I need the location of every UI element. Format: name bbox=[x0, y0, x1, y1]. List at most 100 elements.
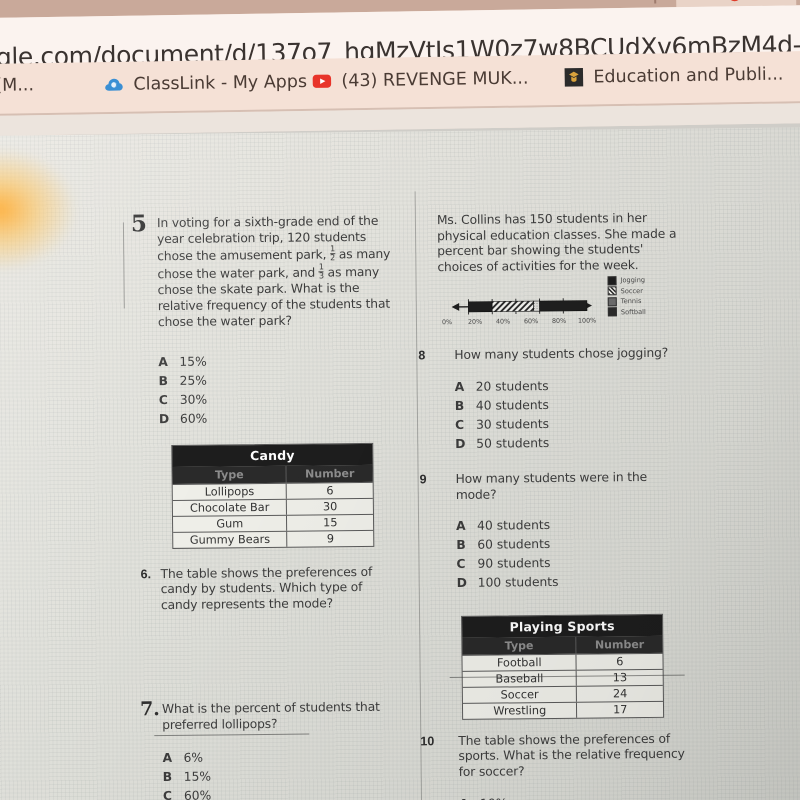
table-row: Chocolate Bar 30 bbox=[172, 497, 373, 516]
choice-letter: C bbox=[158, 392, 168, 407]
lens-glare bbox=[0, 148, 76, 271]
choice-letter: B bbox=[454, 398, 465, 413]
choice-b[interactable]: B 40 students bbox=[455, 394, 689, 415]
cell-number: 15 bbox=[323, 515, 338, 530]
question-9-number: 9 bbox=[419, 472, 427, 487]
choice-letter: D bbox=[455, 436, 466, 451]
choice-a[interactable]: A 15% bbox=[158, 350, 398, 372]
cell-type: Lollipops bbox=[172, 483, 288, 500]
bookmark-item-0[interactable]: w (M... bbox=[0, 75, 34, 96]
choice-letter: D bbox=[158, 411, 170, 426]
tab-divider bbox=[653, 0, 657, 4]
choice-a[interactable]: A 40 students bbox=[456, 515, 690, 536]
question-9-text: How many students were in the mode? bbox=[455, 469, 648, 502]
choice-letter: A bbox=[454, 379, 465, 394]
cell-number: 9 bbox=[326, 531, 335, 546]
choice-text: 90 students bbox=[477, 556, 551, 572]
column-divider bbox=[414, 191, 423, 800]
question-5-text: In voting for a sixth-grade end of the y… bbox=[157, 214, 398, 331]
choice-c[interactable]: C 60% bbox=[163, 785, 403, 800]
bookmark-item-youtube[interactable]: (43) REVENGE MUK... bbox=[311, 67, 529, 91]
bookmark-item-education[interactable]: Education and Publi... bbox=[563, 63, 784, 87]
choice-text: 6% bbox=[183, 751, 204, 766]
question-6-text: The table shows the preferences of candy… bbox=[160, 564, 373, 613]
cell-number: 30 bbox=[322, 499, 338, 514]
legend-swatch-icon bbox=[607, 307, 617, 317]
choice-b[interactable]: B 60 students bbox=[456, 534, 690, 555]
question-10-text: The table shows the preferences of sport… bbox=[458, 731, 685, 779]
legend-item-tennis: Tennis bbox=[607, 297, 646, 307]
segment-softball bbox=[539, 300, 588, 312]
choice-letter: B bbox=[456, 538, 466, 553]
education-icon bbox=[564, 67, 584, 87]
choice-b[interactable]: B 25% bbox=[158, 369, 398, 391]
choice-text: 10% bbox=[480, 794, 508, 800]
choice-text: 40 students bbox=[477, 518, 551, 534]
choice-c[interactable]: C 30 students bbox=[455, 413, 689, 434]
tick-label-80: 80% bbox=[551, 316, 567, 325]
legend-item-jogging: Jogging bbox=[607, 276, 646, 286]
legend-label: Soccer bbox=[620, 286, 643, 296]
table-row: Football 6 bbox=[462, 652, 663, 671]
choice-c[interactable]: C 30% bbox=[159, 388, 399, 410]
question-7-choices: A 6% B 15% C 60% D 10% bbox=[162, 747, 403, 800]
choice-a[interactable]: A 6% bbox=[162, 747, 402, 769]
legend-swatch-icon bbox=[607, 276, 617, 286]
choice-text: 40 students bbox=[475, 397, 549, 413]
cell-type: Gummy Bears bbox=[173, 531, 288, 548]
sports-table-wrap: Playing Sports Type Number Football 6 Ba… bbox=[461, 613, 692, 720]
browser-chrome: x ogle.com/document/d/137o7_hgMzVtJs1W0z… bbox=[0, 0, 800, 136]
worksheet-page: 5 In voting for a sixth-grade end of the… bbox=[0, 126, 800, 800]
choice-text: 60% bbox=[179, 411, 208, 426]
sports-table-caption: Playing Sports bbox=[462, 614, 663, 638]
cell-type: Baseball bbox=[462, 670, 578, 687]
choice-a[interactable]: A 20 students bbox=[455, 375, 689, 396]
percent-bar-chart: 0% 20% 40% 60% 80% 100% Jogging Soccer T… bbox=[438, 276, 689, 338]
bookmark-label: (43) REVENGE MUK... bbox=[341, 67, 529, 91]
question-7: 7. What is the percent of students that … bbox=[140, 698, 403, 800]
table-row: Gummy Bears 9 bbox=[173, 529, 374, 548]
question-5-choices: A 15% B 25% C 30% D 60% bbox=[158, 350, 399, 429]
cell-type: Wrestling bbox=[462, 702, 578, 719]
choice-letter: A bbox=[158, 354, 168, 369]
table-row: Soccer 24 bbox=[462, 684, 663, 703]
segment-soccer bbox=[491, 300, 535, 312]
choice-a[interactable]: A 10% bbox=[459, 792, 693, 800]
question-5: 5 In voting for a sixth-grade end of the… bbox=[122, 210, 399, 429]
choice-text: 20 students bbox=[475, 378, 549, 394]
column-header-type: Type bbox=[462, 636, 577, 655]
choice-c[interactable]: C 90 students bbox=[456, 553, 690, 574]
tick-label-60: 60% bbox=[523, 317, 539, 326]
choice-letter: B bbox=[158, 373, 169, 388]
question-10-choices: A 10% B 0.1% C 6% D 40% bbox=[443, 792, 694, 800]
choice-letter: C bbox=[456, 557, 466, 572]
legend-item-softball: Softball bbox=[607, 307, 646, 317]
passage-intro-text: Ms. Collins has 150 students in her phys… bbox=[436, 210, 677, 275]
bookmark-item-classlink[interactable]: ClassLink - My Apps bbox=[103, 71, 307, 95]
choice-text: 50 students bbox=[476, 435, 550, 451]
choice-letter: A bbox=[459, 795, 470, 800]
cell-number: 6 bbox=[326, 483, 334, 498]
choice-d[interactable]: D 50 students bbox=[455, 432, 689, 453]
question-10-number: 10 bbox=[420, 733, 435, 748]
question-9-choices: A 40 students B 60 students C 90 student… bbox=[440, 515, 691, 594]
segment-tennis bbox=[533, 300, 540, 312]
question-8-choices: A 20 students B 40 students C 30 student… bbox=[439, 375, 690, 454]
question-7-text: What is the percent of students that pre… bbox=[161, 699, 380, 732]
cell-type: Football bbox=[462, 654, 578, 671]
choice-d[interactable]: D 60% bbox=[159, 407, 399, 429]
choice-d[interactable]: D 100 students bbox=[457, 572, 691, 593]
question-10: 10 The table shows the preferences of sp… bbox=[420, 731, 694, 800]
choice-letter: B bbox=[162, 770, 173, 785]
cell-number: 6 bbox=[616, 654, 624, 668]
classlink-cloud-icon bbox=[105, 78, 123, 91]
legend-swatch-icon bbox=[607, 286, 617, 296]
cell-number: 17 bbox=[613, 702, 628, 716]
choice-b[interactable]: B 15% bbox=[163, 766, 403, 788]
question-5-number: 5 bbox=[130, 210, 148, 238]
tick-label-40: 40% bbox=[495, 317, 511, 326]
bookmark-label: Education and Publi... bbox=[593, 63, 784, 87]
legend-label: Jogging bbox=[620, 276, 646, 285]
cell-number: 13 bbox=[612, 670, 628, 684]
tick-label-20: 20% bbox=[467, 317, 483, 326]
